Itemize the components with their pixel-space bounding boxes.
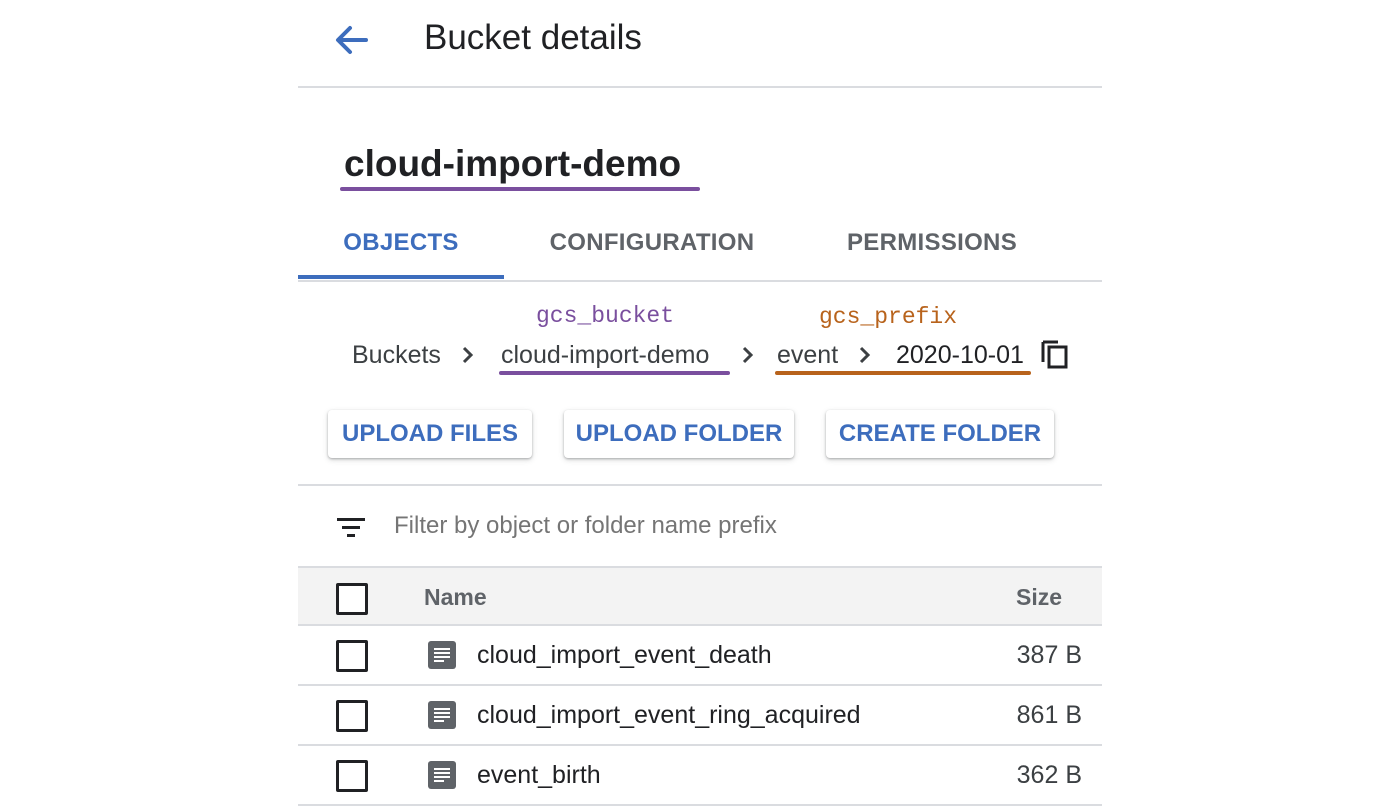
bucket-name-underline	[340, 187, 700, 191]
row-checkbox[interactable]	[336, 640, 368, 672]
select-all-checkbox[interactable]	[336, 583, 368, 615]
breadcrumb-buckets[interactable]: Buckets	[352, 337, 441, 373]
tab-configuration[interactable]: CONFIGURATION	[518, 214, 786, 276]
bucket-name-heading: cloud-import-demo	[344, 143, 682, 184]
filter-list-icon	[337, 518, 365, 537]
column-header-name[interactable]: Name	[424, 568, 487, 626]
file-size: 861 B	[1016, 701, 1082, 729]
table-row: event_birth 362 B	[298, 746, 1102, 806]
objects-table: Name Size cloud_import_event_death 387 B	[298, 566, 1102, 806]
table-row: cloud_import_event_ring_acquired 861 B	[298, 686, 1102, 746]
arrow-back-icon	[336, 26, 368, 54]
chevron-right-icon	[742, 346, 754, 364]
file-size: 387 B	[1016, 641, 1082, 669]
file-icon	[428, 761, 456, 789]
upload-folder-button[interactable]: UPLOAD FOLDER	[564, 410, 794, 458]
file-size: 362 B	[1016, 761, 1082, 789]
upload-files-button[interactable]: UPLOAD FILES	[328, 410, 532, 458]
bucket-details-panel: Bucket details cloud-import-demo OBJECTS…	[298, 0, 1102, 812]
copy-icon	[1041, 340, 1068, 369]
table-header: Name Size	[298, 566, 1102, 626]
filter-input[interactable]	[394, 508, 1074, 544]
chevron-right-icon	[859, 346, 871, 364]
filter-bar	[298, 484, 1102, 568]
copy-path-button[interactable]	[1040, 338, 1070, 370]
table-row: cloud_import_event_death 387 B	[298, 626, 1102, 686]
page-title: Bucket details	[424, 18, 642, 57]
file-name-link[interactable]: cloud_import_event_death	[477, 626, 772, 684]
back-button[interactable]	[330, 18, 374, 62]
breadcrumb-current-folder: 2020-10-01	[896, 341, 1024, 369]
chevron-right-icon	[462, 346, 474, 364]
file-icon	[428, 641, 456, 669]
breadcrumb-bucket[interactable]: cloud-import-demo	[501, 337, 709, 373]
breadcrumb-event[interactable]: event	[777, 337, 838, 373]
file-name-link[interactable]: cloud_import_event_ring_acquired	[477, 686, 861, 744]
page-header: Bucket details	[298, 0, 1102, 88]
column-header-size[interactable]: Size	[1016, 568, 1062, 626]
row-checkbox[interactable]	[336, 700, 368, 732]
tab-bar: OBJECTS CONFIGURATION PERMISSIONS	[298, 214, 1102, 282]
bucket-breadcrumb-underline	[499, 371, 730, 375]
gcs-prefix-annotation: gcs_prefix	[819, 304, 958, 330]
row-checkbox[interactable]	[336, 760, 368, 792]
prefix-breadcrumb-underline	[775, 371, 1031, 375]
create-folder-button[interactable]: CREATE FOLDER	[826, 410, 1054, 458]
file-name-link[interactable]: event_birth	[477, 746, 601, 804]
active-tab-indicator	[298, 275, 504, 279]
tab-permissions[interactable]: PERMISSIONS	[818, 214, 1046, 276]
gcs-bucket-annotation: gcs_bucket	[536, 303, 675, 329]
file-icon	[428, 701, 456, 729]
tab-objects[interactable]: OBJECTS	[298, 214, 504, 276]
